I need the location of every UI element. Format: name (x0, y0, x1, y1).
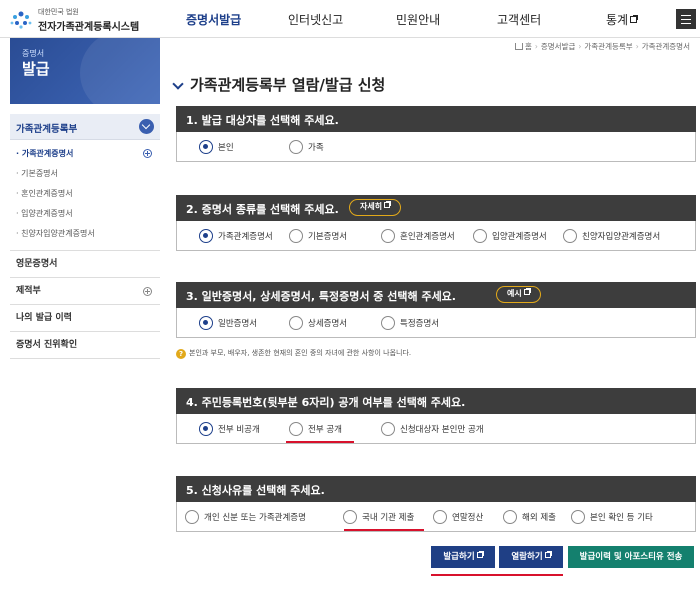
page-title: 가족관계등록부 열람/발급 신청 (190, 76, 386, 94)
sidebar-item-full-adoption-cert[interactable]: · 친양자입양관계증명서 (10, 224, 160, 244)
nav-civil-guide[interactable]: 민원안내 (396, 11, 440, 28)
history-apostille-button[interactable]: 발급이력 및 아포스티유 전송 (568, 546, 694, 568)
sidebar-item-marriage-cert[interactable]: · 혼인관계증명서 (10, 184, 160, 204)
nav-certificate-issue[interactable]: 증명서발급 (186, 11, 241, 28)
section-header: 5. 신청사유를 선택해 주세요. (176, 476, 696, 502)
sidebar-section-label: 가족관계등록부 (16, 124, 78, 135)
breadcrumb-home[interactable]: 홈 (525, 42, 532, 51)
section-options: 가족관계증명서 기본증명서 혼인관계증명서 입양관계증명서 친양자입양관계증명서 (176, 221, 696, 251)
section-header: 1. 발급 대상자를 선택해 주세요. (176, 106, 696, 132)
sidebar-menu-english-cert[interactable]: 영문증명서 (10, 251, 160, 278)
external-link-icon (384, 201, 392, 208)
highlight-underline (431, 574, 563, 576)
site-header: 대한민국 법원 전자가족관계등록시스템 증명서발급 인터넷신고 민원안내 고객센… (0, 0, 700, 38)
section-cert-type: 2. 증명서 종류를 선택해 주세요. 자세히 가족관계증명서 기본증명서 혼인… (176, 195, 696, 251)
external-link-icon (523, 288, 531, 295)
section-title: 5. 신청사유를 선택해 주세요. (186, 484, 325, 497)
external-link-icon (544, 551, 552, 558)
example-button[interactable]: 예시 (496, 286, 541, 303)
section-title: 2. 증명서 종류를 선택해 주세요. (186, 203, 339, 216)
section-resident-number: 4. 주민등록번호(뒷부분 6자리) 공개 여부를 선택해 주세요. 전부 비공… (176, 388, 696, 444)
detail-button[interactable]: 자세히 (349, 199, 402, 216)
section-reason: 5. 신청사유를 선택해 주세요. 개인 신분 또는 가족관계증명 국내 기관 … (176, 476, 696, 532)
hamburger-icon[interactable] (676, 9, 696, 29)
sidebar-item-basic-cert[interactable]: · 기본증명서 (10, 164, 160, 184)
external-link-icon (476, 551, 484, 558)
section-target: 1. 발급 대상자를 선택해 주세요. 본인 가족 (176, 106, 696, 162)
banner-decoration (80, 38, 160, 104)
nav-statistics[interactable]: 통계 (606, 11, 639, 28)
sidebar-menu-my-history[interactable]: 나의 발급 이력 (10, 305, 160, 332)
section-options: 개인 신분 또는 가족관계증명 국내 기관 제출 연말정산 해외 제출 본인 확… (176, 502, 696, 532)
section-header: 4. 주민등록번호(뒷부분 6자리) 공개 여부를 선택해 주세요. (176, 388, 696, 414)
nav-internet-report[interactable]: 인터넷신고 (288, 11, 343, 28)
plus-circle-icon (143, 149, 152, 158)
breadcrumb: 홈 › 증명서발급 › 가족관계등록부 › 가족관계증명서 (514, 41, 690, 52)
sidebar-item-adoption-cert[interactable]: · 입양관계증명서 (10, 204, 160, 224)
plus-circle-icon[interactable] (143, 287, 152, 296)
home-icon[interactable] (514, 43, 523, 50)
sidebar-item-family-relation-cert[interactable]: · 가족관계증명서 (10, 144, 160, 164)
issue-button[interactable]: 발급하기 (431, 546, 495, 568)
logo-subtitle: 대한민국 법원 (38, 8, 79, 16)
sidebar-section-family-register[interactable]: 가족관계등록부 (10, 114, 160, 140)
logo-title: 전자가족관계등록시스템 (38, 22, 140, 33)
breadcrumb-issue[interactable]: 증명서발급 (541, 42, 576, 51)
section-options: 전부 비공개 전부 공개 신청대상자 본인만 공개 (176, 414, 696, 444)
global-nav: 증명서발급 인터넷신고 민원안내 고객센터 통계 (160, 0, 680, 38)
external-link-icon (630, 15, 639, 23)
section-options: 본인 가족 (176, 132, 696, 162)
section-title: 3. 일반증명서, 상세증명서, 특정증명서 중 선택해 주세요. (186, 290, 456, 303)
sidebar-menu-removed-register[interactable]: 제적부 (10, 278, 160, 305)
court-emblem-icon (10, 11, 32, 29)
site-logo[interactable]: 대한민국 법원 전자가족관계등록시스템 (8, 4, 168, 34)
highlight-underline (286, 441, 354, 443)
sidebar-sub-list: · 가족관계증명서 · 기본증명서 · 혼인관계증명서 · 입양관계증명서 · … (10, 140, 160, 251)
highlight-underline (344, 529, 424, 531)
section-detail-level: 3. 일반증명서, 상세증명서, 특정증명서 중 선택해 주세요. 예시 일반증… (176, 282, 696, 338)
breadcrumb-current: 가족관계증명서 (641, 42, 690, 51)
breadcrumb-register[interactable]: 가족관계등록부 (584, 42, 632, 51)
section-title: 4. 주민등록번호(뒷부분 6자리) 공개 여부를 선택해 주세요. (186, 396, 466, 409)
question-icon: ? (176, 349, 186, 359)
sidebar-banner: 증명서 발급 (10, 38, 160, 104)
nav-customer-center[interactable]: 고객센터 (497, 11, 541, 28)
banner-title: 발급 (22, 60, 50, 78)
section-header: 3. 일반증명서, 상세증명서, 특정증명서 중 선택해 주세요. 예시 (176, 282, 696, 308)
section-header: 2. 증명서 종류를 선택해 주세요. 자세히 (176, 195, 696, 221)
info-note: ? 본인과 부모, 배우자, 생존한 현재의 혼인 중의 자녀에 관한 사항이 나… (176, 348, 411, 359)
view-button[interactable]: 열람하기 (499, 546, 563, 568)
section-options: 일반증명서 상세증명서 특정증명서 (176, 308, 696, 338)
sidebar-menu-verify-cert[interactable]: 증명서 진위확인 (10, 332, 160, 359)
sidebar: 가족관계등록부 · 가족관계증명서 · 기본증명서 · 혼인관계증명서 · 입양… (10, 114, 160, 359)
chevron-down-icon[interactable] (139, 119, 154, 134)
section-title: 1. 발급 대상자를 선택해 주세요. (186, 114, 339, 127)
